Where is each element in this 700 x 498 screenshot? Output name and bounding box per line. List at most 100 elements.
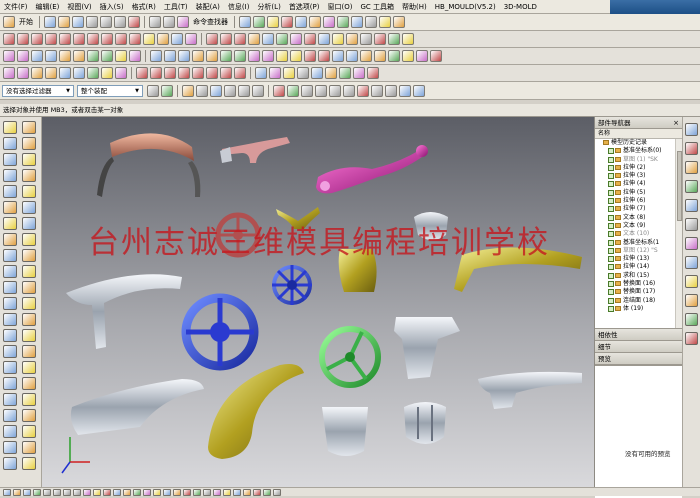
menu-file[interactable]: 文件(F) [0,0,32,14]
move-side-icon[interactable] [22,345,36,358]
pan-icon[interactable] [63,488,71,496]
arc-center-icon[interactable] [357,84,369,97]
menu-preferences[interactable]: 首选项(P) [285,0,324,14]
cylinder-icon[interactable] [22,137,36,150]
select-body-icon[interactable] [196,84,208,97]
copper-bow-handle[interactable] [97,133,201,197]
intersection-point-icon[interactable] [385,84,397,97]
checkbox-icon[interactable] [608,281,614,288]
start-icon[interactable] [3,16,15,28]
checkbox-icon[interactable] [608,189,614,196]
wcs-icon[interactable] [337,16,349,28]
analysis-section-icon[interactable] [311,67,323,79]
analysis-check-icon[interactable] [339,67,351,79]
bounded-plane-icon[interactable] [73,67,85,79]
offset-icon[interactable] [73,33,85,45]
circle-icon[interactable] [101,33,113,45]
text-icon[interactable] [185,33,197,45]
new-file-icon[interactable] [44,16,56,28]
edit-object-icon[interactable] [163,488,171,496]
checkbox-icon[interactable] [608,272,614,279]
law-curve-icon[interactable] [157,33,169,45]
analysis-mass-icon[interactable] [325,67,337,79]
trim-body-icon[interactable] [248,50,260,62]
tree-row[interactable]: 替换面 (17) [595,288,682,296]
delete-icon[interactable] [128,16,140,28]
menu-gc-toolbox[interactable]: GC 工具箱 [356,0,398,14]
line-snap-icon[interactable] [315,84,327,97]
through-mesh-icon[interactable] [17,67,29,79]
extract-side-icon[interactable] [3,377,17,390]
command-finder-button[interactable]: 命令查找器 [193,17,228,27]
menu-help[interactable]: 帮助(H) [398,0,431,14]
silver-lever-handle[interactable] [394,317,460,379]
tree-row[interactable]: 求和 (15) [595,272,682,280]
pocket-icon[interactable] [59,50,71,62]
delete-face-icon[interactable] [402,50,414,62]
edge-blend-icon[interactable] [192,50,204,62]
tree-row[interactable]: 拉伸 (5) [595,189,682,197]
point-icon[interactable] [59,33,71,45]
existing-point-icon[interactable] [399,84,411,97]
sketch-offset-icon[interactable] [234,67,246,79]
menu-analysis[interactable]: 分析(L) [253,0,284,14]
checkbox-icon[interactable] [608,264,614,271]
manufacturing-wizard-tab-icon[interactable] [685,275,698,288]
blue-handwheel[interactable] [181,293,259,371]
wave-curve-icon[interactable] [45,33,57,45]
offset-face-icon[interactable] [276,50,288,62]
analysis-draft-icon[interactable] [297,67,309,79]
dependency-panel-header[interactable]: 相依性 [595,329,682,341]
sketch-profile-icon[interactable] [164,67,176,79]
rib-icon[interactable] [115,50,127,62]
fit-icon[interactable] [43,488,51,496]
menu-edit[interactable]: 编辑(E) [32,0,64,14]
subtract-side-icon[interactable] [3,265,17,278]
process-studio-tab-icon[interactable] [685,256,698,269]
tree-row[interactable]: 拉伸 (4) [595,180,682,188]
checkbox-icon[interactable] [608,231,614,238]
analysis-distance-icon[interactable] [255,67,267,79]
view-iso-icon[interactable] [33,488,41,496]
copy-layer-icon[interactable] [153,488,161,496]
view-manager-icon[interactable] [223,488,231,496]
checkbox-icon[interactable] [608,247,614,254]
preview-panel-header[interactable]: 预览 [595,353,682,365]
open-folder-icon[interactable] [58,16,70,28]
polygon-icon[interactable] [115,33,127,45]
mirror-side-icon[interactable] [22,297,36,310]
unite-side-icon[interactable] [22,249,36,262]
filter-settings-icon[interactable] [147,84,159,97]
menu-assembly[interactable]: 装配(A) [192,0,224,14]
datum-display-icon[interactable] [263,488,271,496]
tree-row[interactable]: 拉伸 (7) [595,205,682,213]
thicken-icon[interactable] [290,50,302,62]
chamfer-icon[interactable] [206,50,218,62]
unite-icon[interactable] [150,50,162,62]
mesh-side-icon[interactable] [3,425,17,438]
view-front-icon[interactable] [3,488,11,496]
pattern-side-icon[interactable] [3,297,17,310]
control-point-icon[interactable] [301,84,313,97]
sketch-corner-icon[interactable] [192,67,204,79]
sketch-extend-icon[interactable] [220,67,232,79]
silver-cap[interactable] [322,407,368,456]
tree-row[interactable]: 文本 (10) [595,230,682,238]
instance-side-icon[interactable] [3,393,17,406]
perpendicular-snap-icon[interactable] [343,84,355,97]
start-button[interactable]: 开始 [19,17,33,27]
reuse-library-tab-icon[interactable] [685,180,698,193]
render-icon[interactable] [365,16,377,28]
select-icon[interactable] [239,16,251,28]
tree-row[interactable]: 文本 (8) [595,214,682,222]
wireframe-icon[interactable] [93,488,101,496]
section-view-icon[interactable] [123,488,131,496]
ellipse-icon[interactable] [129,33,141,45]
save-icon[interactable] [72,16,84,28]
layer-settings-icon[interactable] [133,488,141,496]
column-header-name[interactable]: 名称 [595,129,682,139]
split-body-icon[interactable] [262,50,274,62]
menu-format[interactable]: 格式(R) [128,0,160,14]
undo-icon[interactable] [149,16,161,28]
face-blend-icon[interactable] [101,67,113,79]
